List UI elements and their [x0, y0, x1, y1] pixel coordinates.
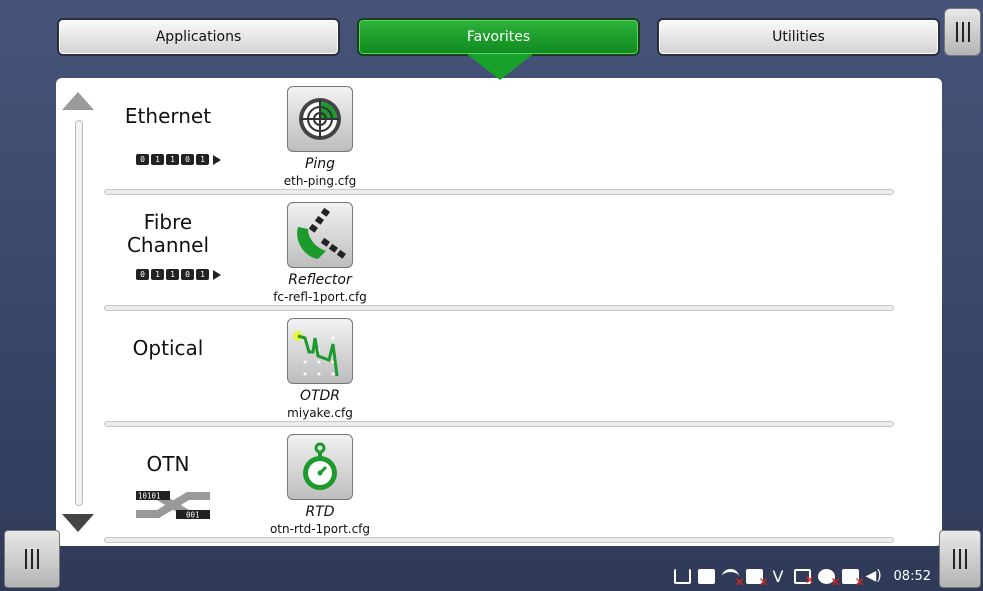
- power-plug-icon: [673, 568, 691, 584]
- scrollbar[interactable]: [75, 120, 83, 506]
- terminal-off-icon: [793, 568, 815, 587]
- scroll-up-arrow-icon[interactable]: [62, 92, 94, 110]
- bit: 0: [136, 269, 149, 280]
- storage-icon: [697, 568, 715, 584]
- stopwatch-icon: [303, 442, 337, 490]
- bit: 1: [166, 154, 179, 165]
- wifi-off-icon: [721, 568, 745, 589]
- arrow-right-icon: [213, 154, 221, 165]
- active-tab-pointer: [467, 54, 533, 80]
- satellite-off-icon: [817, 568, 841, 589]
- otdr-app-button[interactable]: [287, 318, 353, 384]
- bit: 0: [181, 269, 194, 280]
- category-label: Ethernet: [124, 104, 212, 128]
- binary-stream-icon: 0 1 1 0 1: [136, 269, 221, 280]
- tab-label: Utilities: [772, 29, 825, 45]
- bit: 1: [151, 154, 164, 165]
- category-label: Fibre Channel: [126, 210, 210, 257]
- status-bar: V ◀) 08:52: [673, 564, 931, 589]
- tab-label: Favorites: [466, 29, 531, 45]
- row-divider: [104, 537, 894, 543]
- bit: 0: [136, 154, 149, 165]
- favorites-panel: Ethernet 0 1 1 0 1 Ping eth-ping.cfg Fib…: [56, 78, 942, 546]
- reflector-icon: [297, 207, 346, 259]
- otn-bits-left: 10101: [138, 492, 161, 501]
- volume-icon[interactable]: ◀): [866, 568, 883, 584]
- category-label: Optical: [132, 336, 204, 360]
- otn-crossover-icon: 10101 001: [136, 491, 210, 520]
- row-divider: [104, 189, 894, 195]
- top-menu-button[interactable]: [944, 8, 981, 56]
- tab-label: Applications: [155, 29, 242, 45]
- app-name: OTDR: [299, 388, 341, 404]
- row-divider: [104, 305, 894, 311]
- menu-bars-icon: [955, 22, 970, 42]
- app-config-file: fc-refl-1port.cfg: [273, 290, 367, 304]
- tab-favorites[interactable]: Favorites: [357, 18, 640, 56]
- category-label: OTN: [146, 452, 190, 476]
- row-divider: [104, 421, 894, 427]
- vnc-icon: V: [772, 566, 784, 586]
- scroll-down-arrow-icon[interactable]: [62, 514, 94, 532]
- menu-bars-icon: [25, 549, 39, 569]
- binary-stream-icon: 0 1 1 0 1: [136, 154, 221, 165]
- bluetooth-off-icon: [745, 568, 769, 589]
- bit: 1: [196, 154, 209, 165]
- menu-bars-icon: [953, 549, 967, 569]
- bit: 1: [166, 269, 179, 280]
- bottom-right-menu-button[interactable]: [939, 530, 981, 588]
- app-name: Reflector: [288, 272, 352, 288]
- rtd-app-button[interactable]: [287, 434, 353, 500]
- bottom-left-menu-button[interactable]: [4, 530, 60, 588]
- network-off-icon: [841, 568, 865, 589]
- clock: 08:52: [893, 568, 931, 584]
- ping-app-button[interactable]: [287, 86, 353, 152]
- bit: 0: [181, 154, 194, 165]
- app-name: Ping: [304, 156, 336, 172]
- tab-applications[interactable]: Applications: [57, 18, 340, 56]
- otn-bits-right: 001: [186, 511, 200, 520]
- tab-utilities[interactable]: Utilities: [657, 18, 940, 56]
- app-name: RTD: [305, 504, 335, 520]
- ping-radar-icon: [299, 98, 341, 140]
- otdr-trace-icon: [293, 331, 339, 377]
- reflector-app-button[interactable]: [287, 202, 353, 268]
- app-config-file: eth-ping.cfg: [283, 174, 357, 188]
- arrow-right-icon: [213, 269, 221, 280]
- bit: 1: [151, 269, 164, 280]
- app-config-file: miyake.cfg: [287, 406, 353, 420]
- app-config-file: otn-rtd-1port.cfg: [269, 522, 371, 536]
- bit: 1: [196, 269, 209, 280]
